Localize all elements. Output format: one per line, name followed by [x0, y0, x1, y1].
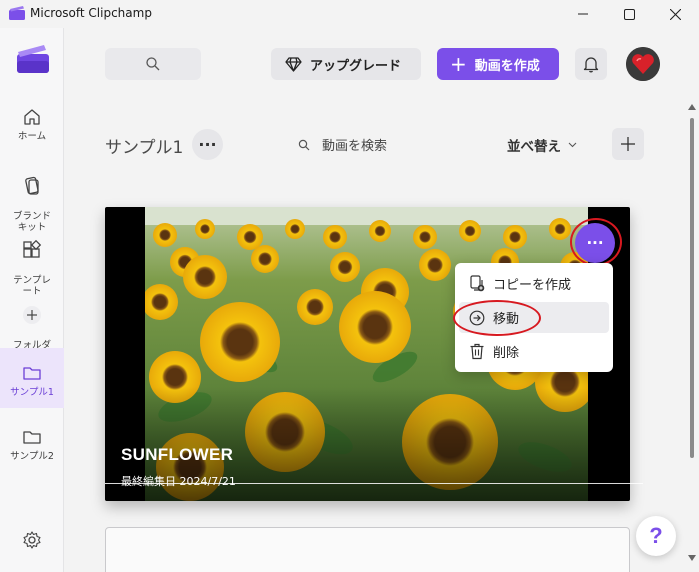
sidebar-item-label: サンプル1: [10, 387, 54, 398]
trash-icon: [470, 343, 484, 360]
annotation-circle: [453, 300, 541, 336]
search-icon: [298, 139, 310, 150]
scroll-down-arrow-icon[interactable]: [688, 555, 696, 561]
search-icon: [146, 57, 160, 71]
sort-label: 並べ替え: [507, 139, 561, 155]
upgrade-label: アップグレード: [310, 58, 402, 74]
video-search-input[interactable]: 動画を検索: [298, 135, 387, 154]
sidebar: ホーム ブランド キット テンプレ ート フォルダ ーの追加 サンプル1 サンプ…: [0, 28, 64, 572]
bell-icon: [583, 56, 599, 72]
annotation-circle: [570, 218, 622, 266]
sidebar-item-label: サンプル2: [10, 451, 54, 462]
add-folder-icon: [23, 306, 41, 324]
clipchamp-logo[interactable]: [16, 44, 50, 74]
title-bar: Microsoft Clipchamp: [0, 0, 699, 28]
heart-avatar-icon: [626, 47, 660, 81]
add-button[interactable]: [612, 128, 644, 160]
folder-icon: [23, 367, 41, 380]
close-icon: [669, 8, 681, 20]
menu-item-label: 削除: [493, 346, 520, 361]
maximize-icon: [623, 8, 635, 20]
video-title: SUNFLOWER: [121, 445, 234, 464]
menu-item-label: コピーを作成: [493, 278, 572, 293]
home-icon: [24, 109, 40, 125]
clipchamp-app-icon: [9, 6, 25, 20]
folder-more-button[interactable]: ···: [192, 129, 223, 160]
brand-kit-icon: [25, 176, 39, 195]
card-divider-line: [105, 483, 643, 484]
sidebar-item-sample2[interactable]: サンプル2: [0, 426, 64, 462]
scrollbar-thumb[interactable]: [690, 118, 694, 458]
copy-icon: [470, 275, 485, 292]
chevron-down-icon: [568, 142, 577, 148]
sort-dropdown[interactable]: 並べ替え: [507, 135, 577, 155]
menu-item-delete[interactable]: 削除: [459, 336, 609, 367]
help-button[interactable]: ?: [636, 516, 676, 556]
folder-icon: [23, 431, 41, 444]
folder-title: サンプル1: [105, 138, 184, 158]
window-title: Microsoft Clipchamp: [30, 6, 152, 20]
sidebar-item-brand-kit[interactable]: ブランド キット: [0, 164, 64, 233]
create-video-button[interactable]: + 動画を作成: [437, 48, 559, 80]
sidebar-item-label: ホーム: [17, 131, 47, 142]
minimize-icon: [578, 13, 588, 15]
templates-icon: [23, 239, 42, 258]
global-search-button[interactable]: [105, 48, 201, 80]
maximize-button[interactable]: [606, 0, 652, 28]
create-video-label: 動画を作成: [474, 58, 540, 74]
scroll-up-arrow-icon[interactable]: [688, 104, 696, 110]
diamond-icon: [285, 56, 302, 72]
minimize-button[interactable]: [560, 0, 606, 28]
sidebar-item-templates[interactable]: テンプレ ート: [0, 228, 64, 297]
plus-icon: [621, 137, 635, 151]
notifications-button[interactable]: [575, 48, 607, 80]
video-last-edited: 最終編集日 2024/7/21: [121, 475, 236, 488]
plus-icon: +: [450, 52, 467, 76]
video-card[interactable]: [105, 527, 630, 572]
upgrade-button[interactable]: アップグレード: [271, 48, 421, 80]
menu-item-duplicate[interactable]: コピーを作成: [459, 268, 609, 299]
sidebar-item-home[interactable]: ホーム: [0, 106, 64, 142]
video-search-placeholder: 動画を検索: [322, 139, 388, 154]
scrollbar[interactable]: [686, 100, 699, 572]
sidebar-item-sample1[interactable]: サンプル1: [0, 348, 64, 408]
settings-gear-icon[interactable]: [22, 530, 42, 550]
user-avatar[interactable]: [626, 47, 660, 81]
close-button[interactable]: [652, 0, 698, 28]
